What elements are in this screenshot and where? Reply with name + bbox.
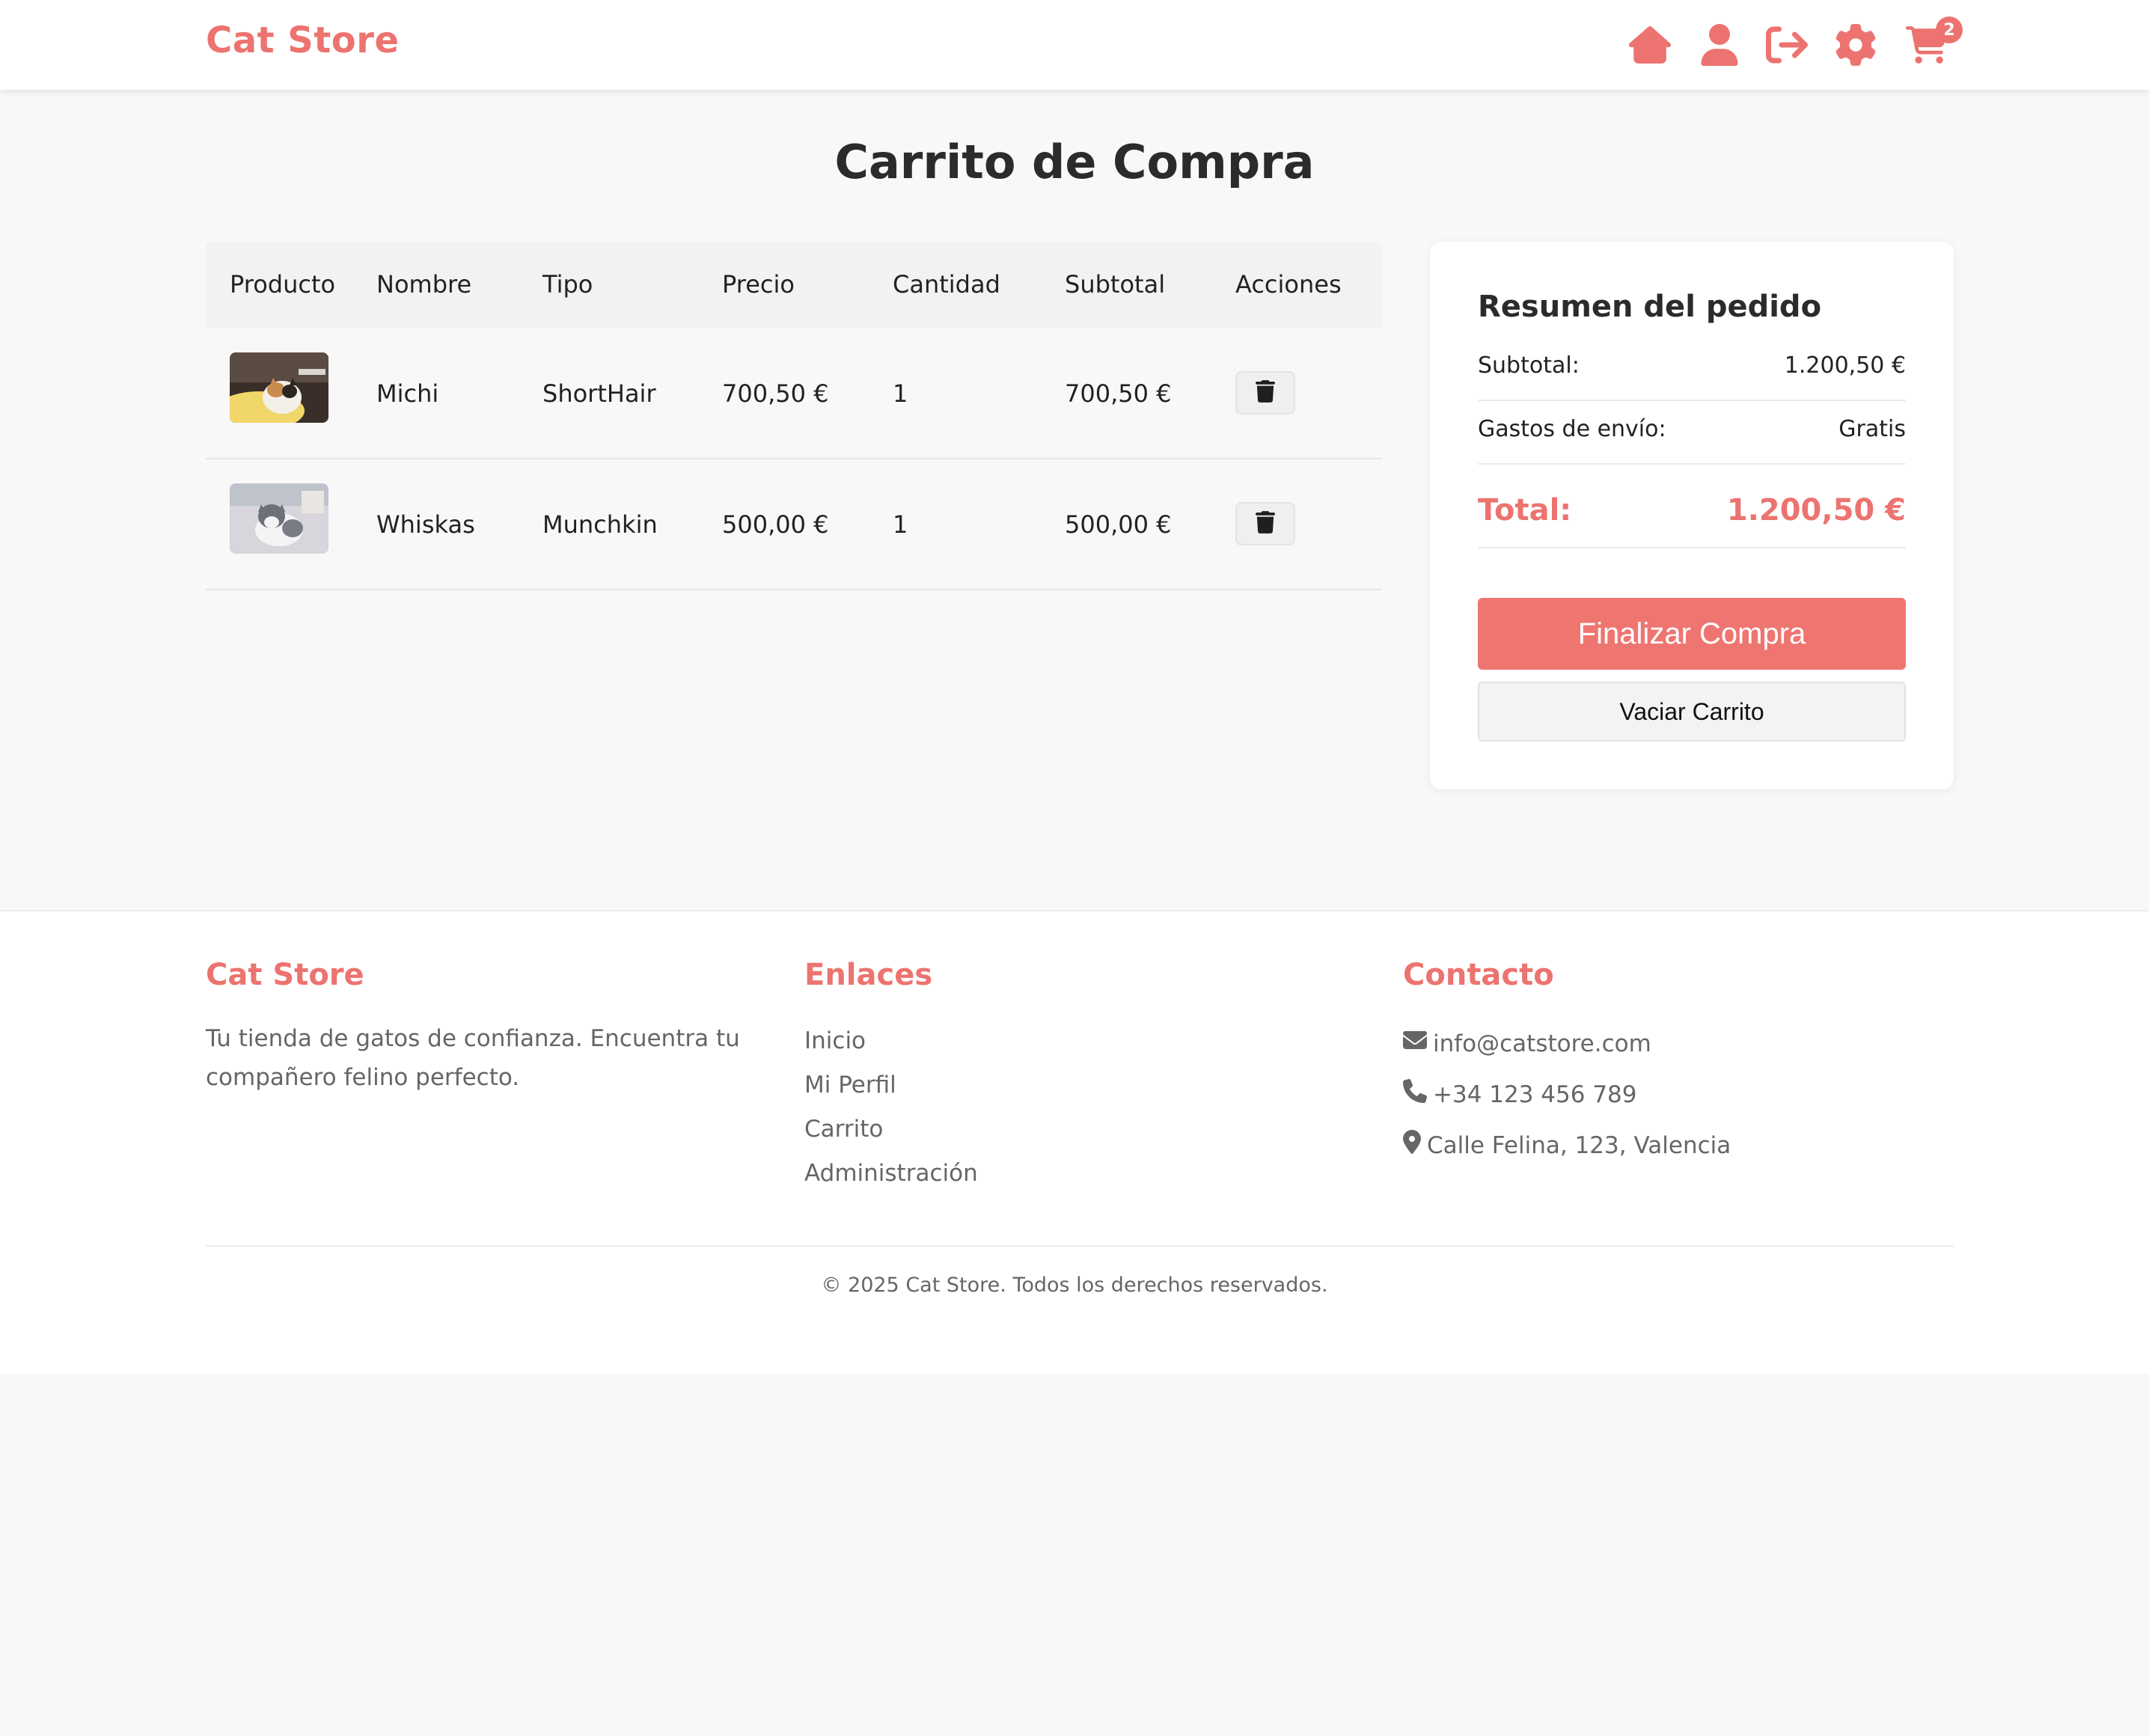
cell-tipo: ShortHair [542,379,656,408]
footer-link-administracion[interactable]: Administración [804,1152,978,1196]
finalize-purchase-button[interactable]: Finalizar Compra [1478,598,1906,670]
envelope-icon [1403,1020,1427,1070]
footer-brand-description: Tu tienda de gatos de confianza. Encuent… [206,1019,740,1097]
cell-precio: 700,50 € [722,379,829,408]
table-row: Whiskas Munchkin 500,00 € 1 500,00 € [206,459,1382,590]
gear-icon[interactable] [1833,22,1878,67]
store-logo[interactable]: Cat Store [206,19,400,61]
contact-phone-text: +34 123 456 789 [1433,1081,1637,1108]
footer-links-title: Enlaces [804,958,933,992]
total-value: 1.200,50 € [1726,493,1906,528]
map-marker-icon [1403,1122,1421,1172]
trash-icon [1256,511,1275,537]
page-title: Carrito de Compra [834,135,1315,189]
product-image-whiskas [230,483,328,554]
table-row: Michi ShortHair 700,50 € 1 700,50 € [206,328,1382,459]
shipping-label: Gastos de envío: [1478,416,1666,442]
column-header-nombre: Nombre [376,270,472,299]
contact-email-text: info@catstore.com [1433,1030,1651,1057]
cell-tipo: Munchkin [542,510,658,539]
contact-address-text: Calle Felina, 123, Valencia [1427,1132,1731,1159]
footer-contact-email: info@catstore.com [1403,1019,1731,1070]
total-label: Total: [1478,493,1572,528]
column-header-producto: Producto [230,270,336,299]
footer-brand-text-line: Tu tienda de gatos de confianza. Encuent… [206,1025,740,1052]
footer-brand-title: Cat Store [206,958,364,992]
cell-cantidad: 1 [893,510,908,539]
cell-subtotal: 500,00 € [1065,510,1172,539]
subtotal-label: Subtotal: [1478,352,1580,379]
column-header-subtotal: Subtotal [1065,270,1166,299]
footer-contact-list: info@catstore.com +34 123 456 789 Calle … [1403,1019,1731,1172]
subtotal-value: 1.200,50 € [1784,352,1906,379]
cell-nombre: Whiskas [376,510,475,539]
footer-contact-address: Calle Felina, 123, Valencia [1403,1121,1731,1172]
footer-contact-phone: +34 123 456 789 [1403,1070,1731,1121]
footer-divider [206,1245,1954,1247]
cell-nombre: Michi [376,379,439,408]
summary-divider [1478,400,1906,401]
footer-link-carrito[interactable]: Carrito [804,1107,978,1152]
top-navbar: Cat Store 2 [0,0,2149,90]
footer-link-mi-perfil[interactable]: Mi Perfil [804,1063,978,1107]
cell-precio: 500,00 € [722,510,829,539]
summary-title: Resumen del pedido [1478,290,1822,324]
column-header-tipo: Tipo [542,270,593,299]
summary-divider [1478,463,1906,465]
logout-icon[interactable] [1764,22,1809,67]
remove-item-button[interactable] [1235,502,1295,545]
order-summary-card: Resumen del pedido Subtotal: 1.200,50 € … [1430,242,1954,789]
user-profile-icon[interactable] [1697,22,1742,67]
phone-icon [1403,1071,1428,1121]
remove-item-button[interactable] [1235,371,1295,415]
summary-shipping-row: Gastos de envío: Gratis [1478,416,1906,442]
copyright-text: © 2025 Cat Store. Todos los derechos res… [821,1274,1328,1297]
product-image-michi [230,352,328,423]
footer-links-list: Inicio Mi Perfil Carrito Administración [804,1019,978,1196]
summary-total-row: Total: 1.200,50 € [1478,493,1906,528]
footer: Cat Store Tu tienda de gatos de confianz… [0,910,2149,1374]
summary-divider [1478,547,1906,548]
empty-cart-button[interactable]: Vaciar Carrito [1478,682,1906,742]
summary-subtotal-row: Subtotal: 1.200,50 € [1478,352,1906,379]
column-header-cantidad: Cantidad [893,270,1000,299]
cart-table: Producto Nombre Tipo Precio Cantidad Sub… [206,242,1382,590]
cart-count-badge: 2 [1936,16,1963,43]
cell-cantidad: 1 [893,379,908,408]
home-icon[interactable] [1627,22,1672,67]
footer-link-inicio[interactable]: Inicio [804,1019,978,1063]
column-header-acciones: Acciones [1235,270,1342,299]
table-header: Producto Nombre Tipo Precio Cantidad Sub… [206,242,1382,328]
trash-icon [1256,380,1275,406]
shipping-value: Gratis [1838,416,1906,442]
cell-subtotal: 700,50 € [1065,379,1172,408]
footer-brand-text-line: compañero felino perfecto. [206,1064,520,1091]
column-header-precio: Precio [722,270,795,299]
footer-contact-title: Contacto [1403,958,1554,992]
